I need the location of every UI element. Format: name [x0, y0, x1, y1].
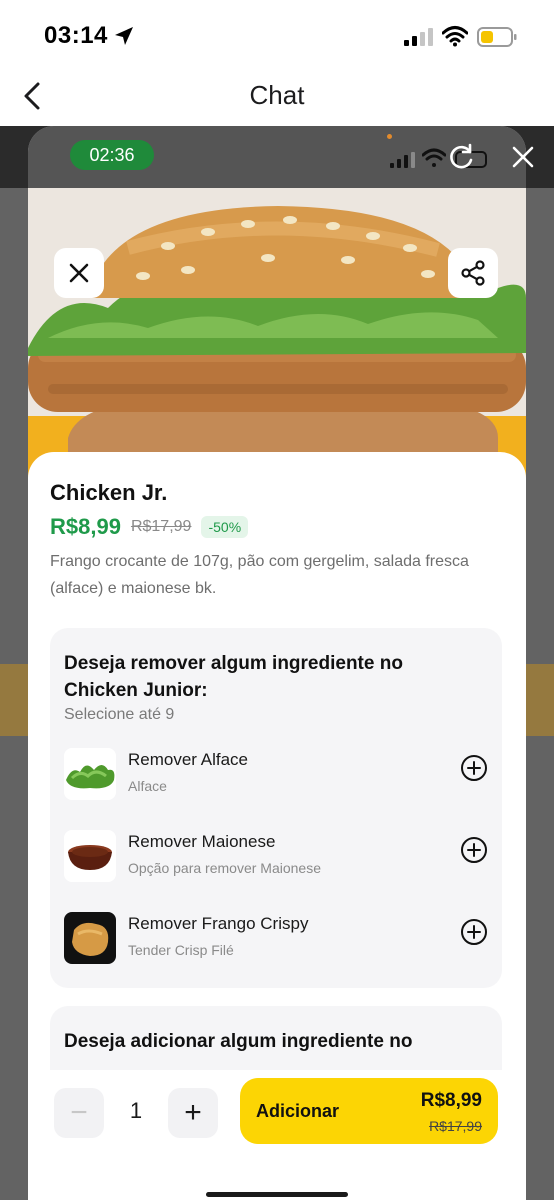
viewer-right-edge [524, 664, 554, 736]
inner-cellular-icon [390, 152, 415, 168]
inner-privacy-dot [387, 134, 392, 139]
viewer-left-edge [0, 664, 30, 736]
add-to-cart-button[interactable]: Adicionar R$8,99 R$17,99 [240, 1078, 498, 1144]
share-icon [461, 260, 485, 286]
home-indicator [206, 1192, 348, 1197]
bottom-action-bar: − 1 + Adicionar R$8,99 R$17,99 [28, 1070, 526, 1200]
add-button-price: R$8,99 [420, 1090, 482, 1111]
add-circle-icon[interactable] [460, 918, 488, 946]
add-circle-icon[interactable] [460, 836, 488, 864]
close-viewer-icon[interactable] [508, 142, 538, 172]
product-image [28, 188, 526, 488]
option-title: Remover Alface [128, 750, 248, 769]
quantity-value: 1 [129, 1098, 143, 1123]
price-row: R$8,99 R$17,99 -50% [50, 514, 249, 540]
option-subtitle: Opção para remover Maionese [128, 860, 321, 876]
share-button[interactable] [448, 248, 498, 298]
chat-header: Chat [0, 72, 554, 126]
add-button-label: Adicionar [256, 1101, 340, 1121]
product-name: Chicken Jr. [50, 480, 168, 505]
current-price: R$8,99 [50, 514, 121, 539]
decrease-quantity-button[interactable]: − [54, 1088, 104, 1138]
close-icon [69, 263, 89, 283]
status-time: 03:14 [44, 22, 108, 49]
close-product-button[interactable] [54, 248, 104, 298]
original-price: R$17,99 [130, 518, 192, 535]
page-title: Chat [249, 80, 305, 110]
remove-ingredients-card: Deseja remover algum ingrediente no Chic… [50, 628, 502, 988]
crispy-chicken-image [64, 912, 116, 964]
add-circle-icon[interactable] [460, 754, 488, 782]
remove-section-subtitle: Selecione até 9 [64, 706, 175, 723]
option-title: Remover Frango Crispy [128, 914, 309, 933]
increase-quantity-button[interactable]: + [168, 1088, 218, 1138]
product-description: Frango crocante de 107g, pão com gergeli… [50, 553, 469, 597]
option-subtitle: Alface [128, 778, 167, 794]
wifi-icon [442, 26, 468, 47]
mayo-image [64, 830, 116, 882]
burger-illustration [28, 188, 526, 488]
discount-badge: -50% [201, 516, 249, 538]
refresh-icon[interactable] [446, 142, 476, 172]
shared-screenshot: 02:36 Chicken Jr. R$8,99 R$17,99 -50% Fr… [28, 126, 526, 1200]
option-remove-mayo[interactable]: Remover Maionese Opção para remover Maio… [64, 830, 488, 886]
add-button-old-price: R$17,99 [429, 1118, 482, 1134]
option-remove-crispy-chicken[interactable]: Remover Frango Crispy Tender Crisp Filé [64, 912, 488, 968]
option-remove-lettuce[interactable]: Remover Alface Alface [64, 748, 488, 804]
status-bar: 03:14 [0, 0, 554, 72]
cellular-signal-icon [404, 28, 433, 46]
remove-section-title: Deseja remover algum ingrediente no Chic… [64, 653, 403, 701]
lettuce-image [64, 748, 116, 800]
add-section-title: Deseja adicionar algum ingrediente no [64, 1031, 413, 1052]
inner-wifi-icon [422, 148, 446, 167]
battery-icon [477, 27, 517, 47]
option-subtitle: Tender Crisp Filé [128, 942, 234, 958]
option-title: Remover Maionese [128, 832, 276, 851]
inner-status-time: 02:36 [70, 140, 154, 170]
location-arrow-icon [115, 27, 133, 45]
